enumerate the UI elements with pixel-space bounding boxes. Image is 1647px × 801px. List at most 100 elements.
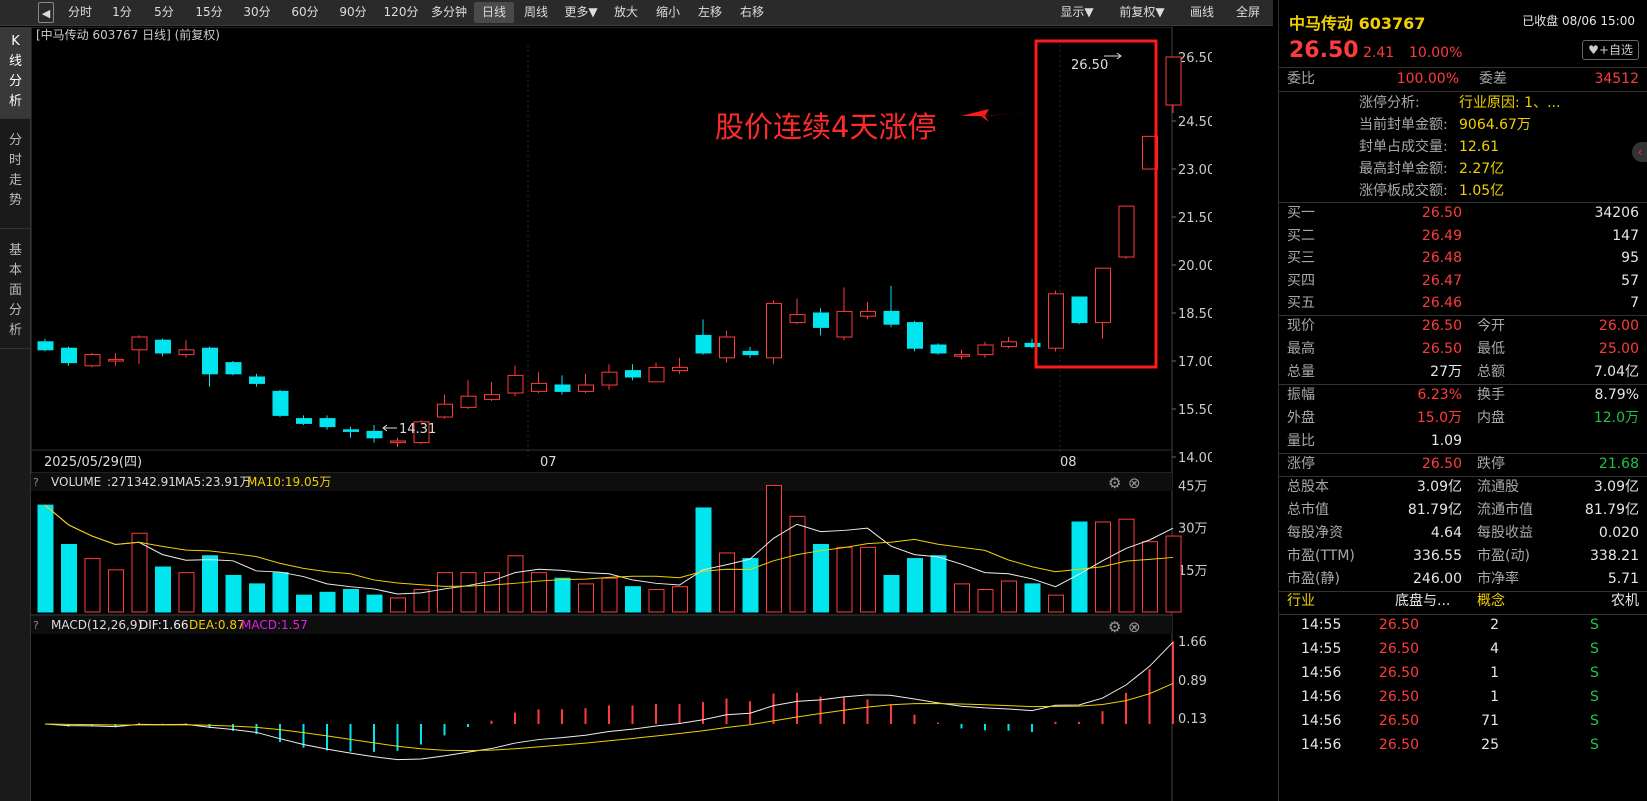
volume-bar: [108, 569, 124, 613]
period-tab[interactable]: 5分: [144, 2, 184, 23]
toolbar-option[interactable]: 显示▼: [1055, 2, 1099, 23]
field: 27万: [1430, 364, 1462, 380]
period-tab[interactable]: 90分: [330, 2, 376, 23]
candle: [578, 373, 594, 393]
field: 95: [1621, 250, 1639, 266]
field: 12.0万: [1593, 410, 1639, 426]
volume-bar: [1024, 583, 1041, 613]
volume-bar: [860, 546, 876, 613]
field: 26.50: [1421, 318, 1462, 334]
volume-bar: [61, 544, 77, 613]
close-icon[interactable]: ⊗: [1128, 474, 1141, 492]
field: 81.79亿: [1407, 502, 1462, 518]
period-tab[interactable]: 多分钟: [426, 2, 472, 23]
field: 委差: [1479, 71, 1507, 87]
fundamental-row: 每股净资 4.64 每股收益 0.020: [1279, 522, 1647, 545]
left-tab-bar: K 线 分 析分 时 走 势基 本 面 分 析: [0, 27, 31, 801]
candle: [460, 380, 477, 409]
period-tab[interactable]: 放大: [606, 2, 646, 23]
field: 底盘与...: [1395, 593, 1451, 609]
period-tab[interactable]: 日线: [474, 2, 514, 23]
fundamental-row: 总市值 81.79亿 流通市值 81.79亿: [1279, 499, 1647, 522]
period-tab[interactable]: 分时: [60, 2, 100, 23]
volume-bar: [460, 572, 477, 613]
field: 26.00: [1598, 318, 1639, 334]
quote-panel: 中马传动 603767 已收盘 08/06 15:00 26.50 2.41 10.00…: [1278, 0, 1647, 801]
trade-row: 14:55 26.50 2 S: [1279, 614, 1647, 637]
add-watchlist-button[interactable]: ♥+自选: [1582, 40, 1639, 60]
field: 26.50: [1378, 737, 1419, 753]
field: 行业: [1287, 593, 1315, 609]
volume-bar: [695, 507, 712, 613]
toolbar-option[interactable]: 画线: [1185, 2, 1219, 23]
help-icon[interactable]: ?: [33, 619, 39, 632]
side-tab[interactable]: 分 时 走 势: [0, 119, 31, 229]
field: 流通市值: [1477, 502, 1533, 518]
period-tab[interactable]: 更多▼: [558, 2, 604, 23]
period-tab[interactable]: 1分: [102, 2, 142, 23]
period-tab[interactable]: 120分: [378, 2, 424, 23]
period-tab[interactable]: 30分: [234, 2, 280, 23]
settings-gear-icon[interactable]: ⚙: [1108, 618, 1121, 636]
fundamental-row: 市盈(TTM) 336.55 市盈(动) 338.21: [1279, 545, 1647, 568]
period-tab[interactable]: 15分: [186, 2, 232, 23]
price-tick: 20.00: [1178, 259, 1212, 274]
field: 最高: [1287, 341, 1315, 357]
candle: [1024, 338, 1041, 349]
volume-tick: 45万: [1178, 479, 1208, 494]
period-tab[interactable]: 周线: [516, 2, 556, 23]
close-icon[interactable]: ⊗: [1128, 618, 1141, 636]
back-arrow-icon[interactable]: ◀: [38, 2, 54, 23]
toolbar-option[interactable]: 全屏: [1228, 2, 1268, 23]
limit-price-row: 涨停 26.50 跌停 21.68: [1279, 453, 1647, 476]
period-tab[interactable]: 右移: [732, 2, 772, 23]
market-status: 已收盘 08/06 15:00: [1522, 14, 1635, 28]
period-tab[interactable]: 缩小: [648, 2, 688, 23]
candle: [930, 343, 947, 355]
field: 概念: [1477, 593, 1505, 609]
volume-bar: [37, 504, 54, 613]
candle: [1048, 290, 1064, 352]
volume-ma10: MA10:19.05万: [247, 475, 331, 489]
candle: [648, 362, 665, 383]
collapse-arrow-icon[interactable]: ‹: [1632, 142, 1647, 162]
field: 总额: [1477, 364, 1505, 380]
candle: [108, 353, 124, 366]
limit-analysis-row: 当前封单金额: 9064.67万: [1279, 114, 1647, 137]
settings-gear-icon[interactable]: ⚙: [1108, 474, 1121, 492]
field: 振幅: [1287, 387, 1315, 403]
candle: [390, 437, 406, 448]
field: 9064.67万: [1459, 117, 1531, 133]
last-price: 26.50: [1289, 38, 1359, 63]
side-tab[interactable]: K 线 分 析: [0, 27, 31, 119]
period-tab[interactable]: 60分: [282, 2, 328, 23]
field: 4: [1490, 641, 1499, 657]
macd-tick: 1.66: [1178, 635, 1207, 650]
kline-chart[interactable]: [中马传动 603767 日线] (前复权) 26.50 24.50 23.00 21.…: [31, 27, 1212, 801]
candle: [742, 346, 759, 358]
bid-row: 买一 26.50 34206: [1279, 202, 1647, 225]
candle: [319, 415, 336, 430]
macd-dif: DIF:1.66: [139, 618, 189, 632]
period-tab[interactable]: 左移: [690, 2, 730, 23]
toolbar-option[interactable]: 前复权▼: [1110, 2, 1174, 23]
field: 25.00: [1598, 341, 1639, 357]
volume-bar: [648, 589, 665, 613]
candle: [883, 285, 900, 328]
limit-analysis-row: 涨停板成交额: 1.05亿: [1279, 180, 1647, 203]
field: 12.61: [1459, 139, 1500, 155]
macd-value: MACD:1.57: [241, 618, 308, 632]
volume-tick: 30万: [1178, 522, 1208, 537]
side-tab[interactable]: 基 本 面 分 析: [0, 229, 31, 349]
field: 336.55: [1413, 548, 1462, 564]
field: 外盘: [1287, 410, 1315, 426]
field: 今开: [1477, 318, 1505, 334]
volume-bar: [766, 484, 782, 613]
volume-ma5: MA5:23.91万: [175, 475, 252, 489]
candle: [601, 364, 618, 390]
price-tick: 17.00: [1178, 355, 1212, 370]
candle: [766, 300, 782, 365]
quote-row: 总量 27万 总额 7.04亿: [1279, 361, 1647, 384]
dif-line: [44, 641, 1174, 761]
help-icon[interactable]: ?: [33, 476, 39, 489]
